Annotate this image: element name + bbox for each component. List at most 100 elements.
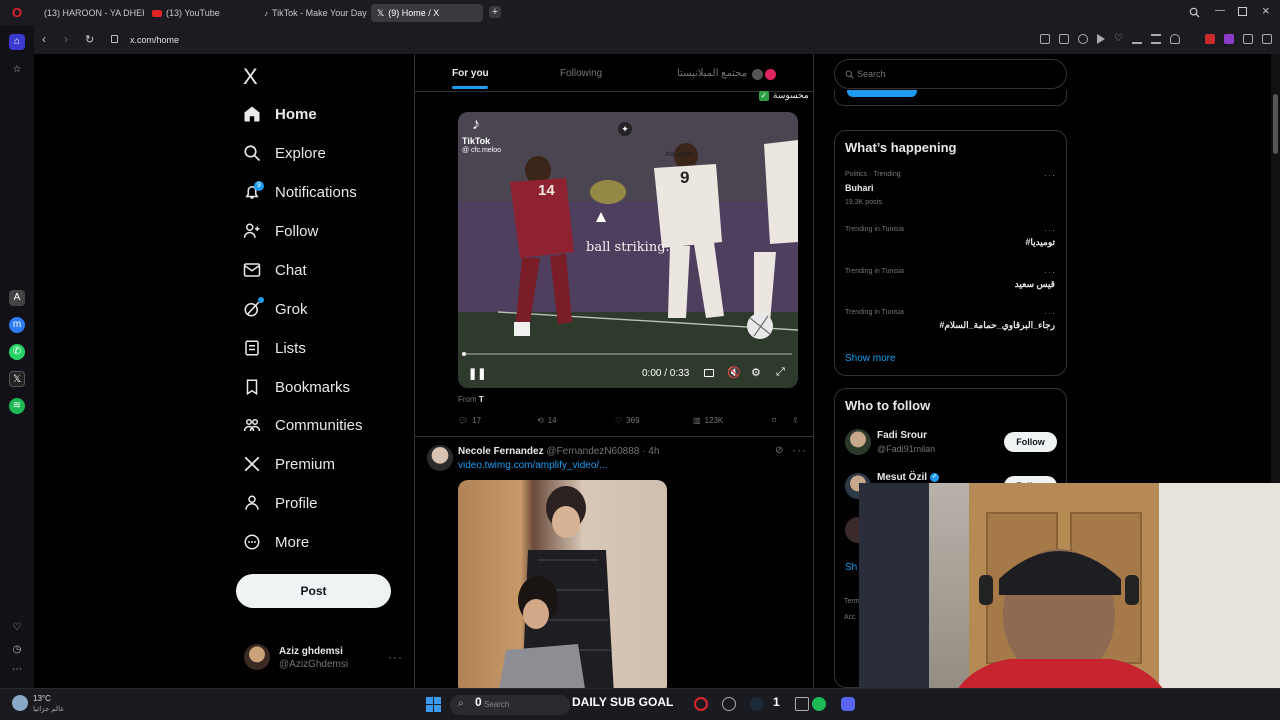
account-more-icon[interactable]: ··· — [388, 650, 403, 664]
trend-more-icon[interactable]: ··· — [1044, 225, 1056, 235]
sparkle-icon[interactable]: ✦ — [618, 122, 632, 136]
reload-icon[interactable]: ↻ — [85, 33, 94, 46]
like-action[interactable]: ♡ 369 — [615, 416, 640, 425]
new-tab-icon[interactable]: + — [489, 6, 501, 18]
weather-icon[interactable] — [12, 695, 28, 711]
footer-terms[interactable]: Term — [844, 598, 860, 605]
tab-haroon[interactable]: (13) HAROON - YA DHEKE — [34, 4, 144, 22]
tab-tiktok[interactable]: ♪ TikTok - Make Your Day — [258, 4, 368, 22]
repost-action[interactable]: ⟲ 14 — [537, 416, 557, 425]
app-taskbar-icon[interactable] — [722, 697, 736, 711]
tab-youtube[interactable]: (13) YouTube — [146, 4, 256, 22]
sidebar-item-home[interactable]: Home — [243, 101, 317, 127]
whatsapp-icon[interactable]: ✆ — [9, 344, 25, 360]
sidebar-item-more[interactable]: More — [243, 529, 309, 555]
trend-more-icon[interactable]: ··· — [1044, 267, 1056, 277]
bookmark-action[interactable]: ⌑ — [772, 416, 776, 425]
pause-icon[interactable]: ❚❚ — [468, 367, 486, 380]
minimize-icon[interactable]: — — [1215, 5, 1225, 16]
sidebar-item-bookmarks[interactable]: Bookmarks — [243, 374, 350, 400]
taskbar-search[interactable]: ⌕ Search — [450, 695, 570, 715]
spotify-icon[interactable]: ≋ — [9, 398, 25, 414]
forward-icon[interactable]: › — [64, 32, 68, 46]
star-icon[interactable]: ☆ — [9, 62, 25, 78]
post-author-handle[interactable]: @FernandezN60888 — [546, 446, 639, 457]
views-action[interactable]: ▥ 123K — [693, 416, 723, 425]
extension-icon[interactable] — [1261, 34, 1272, 44]
camera-icon[interactable] — [1059, 34, 1069, 44]
url-field[interactable]: x.com/home — [130, 35, 179, 45]
tab-community[interactable]: مجتمع الميلانيستا — [677, 68, 747, 79]
tab-following[interactable]: Following — [560, 68, 602, 79]
sidebar-item-premium[interactable]: Premium — [243, 451, 335, 477]
show-more-link[interactable]: Sh — [845, 562, 857, 573]
trend-more-icon[interactable]: ··· — [1044, 308, 1056, 318]
share-action[interactable]: ⇪ — [792, 416, 799, 425]
x-logo[interactable]: X — [243, 64, 258, 90]
download-icon[interactable] — [1131, 34, 1142, 44]
captions-icon[interactable] — [704, 369, 714, 377]
sidebar-item-chat[interactable]: Chat — [243, 257, 307, 283]
restore-icon[interactable] — [1238, 7, 1247, 16]
close-window-icon[interactable]: × — [1262, 3, 1270, 18]
account-icon[interactable] — [1169, 34, 1180, 44]
back-icon[interactable]: ‹ — [42, 32, 46, 46]
sidebar-item-lists[interactable]: Lists — [243, 335, 306, 361]
home-rail-icon[interactable]: ⌂ — [9, 34, 25, 50]
video-player[interactable]: 14 9 FÜLLKRUG ♪ TikTok @ cfc.meloo ✦ bal… — [458, 112, 798, 388]
avatar[interactable] — [244, 644, 270, 670]
from-source[interactable]: T — [479, 395, 484, 404]
post-more-icon[interactable]: ··· — [792, 443, 807, 457]
play-icon[interactable] — [1097, 34, 1105, 44]
extension-icon[interactable] — [1223, 34, 1234, 44]
scrollbar-thumb[interactable] — [1273, 94, 1278, 154]
menu-lines-icon[interactable] — [1150, 34, 1161, 44]
avatar[interactable] — [845, 429, 871, 455]
footer-accessibility[interactable]: Acc — [844, 614, 856, 621]
sidebar-item-explore[interactable]: Explore — [243, 140, 326, 166]
tab-x-home[interactable]: 𝕏 (9) Home / X — [371, 4, 483, 22]
post-button[interactable]: Post — [236, 574, 391, 608]
settings-icon[interactable]: ⚙ — [751, 366, 761, 379]
trend-name[interactable]: #توميديا — [1025, 237, 1055, 248]
subscribe-button[interactable] — [847, 90, 917, 97]
sidebar-item-profile[interactable]: Profile — [243, 490, 318, 516]
extension-icon[interactable] — [1204, 34, 1215, 44]
trend-name[interactable]: #رجاء_البرقاوي_حمامة_السلام — [939, 320, 1055, 331]
search-tabs-icon[interactable] — [1189, 7, 1200, 18]
trend-name[interactable]: Buhari — [845, 183, 874, 193]
search-input[interactable]: Search — [834, 59, 1067, 89]
history-icon[interactable]: ◷ — [9, 642, 25, 658]
reply-action[interactable]: 💬︎ 17 — [458, 416, 481, 425]
edit-icon[interactable] — [1040, 34, 1050, 44]
post-media-image[interactable] — [458, 480, 667, 688]
post-time[interactable]: · 4h — [642, 446, 659, 457]
sidebar-item-follow[interactable]: Follow — [243, 218, 318, 244]
opera-logo-icon[interactable]: O — [9, 5, 25, 21]
more-icon[interactable]: ⋯ — [9, 662, 25, 678]
app-taskbar-icon[interactable] — [795, 697, 809, 711]
avatar[interactable] — [427, 445, 453, 471]
fullscreen-icon[interactable]: ⤢ — [776, 366, 785, 379]
x-rail-icon[interactable]: 𝕏 — [9, 371, 25, 387]
sidebar-item-communities[interactable]: Communities — [243, 412, 363, 438]
trend-more-icon[interactable]: ··· — [1044, 170, 1056, 180]
shield-icon[interactable] — [1078, 34, 1088, 44]
post-link[interactable]: video.twimg.com/amplify_video/... — [458, 460, 608, 471]
aria-icon[interactable]: A — [9, 290, 25, 306]
show-more-link[interactable]: Show more — [845, 353, 896, 364]
spotify-icon[interactable] — [812, 697, 826, 711]
follow-button[interactable]: Follow — [1004, 432, 1057, 452]
windows-start-icon[interactable] — [426, 697, 441, 712]
follow-name[interactable]: Fadi Srour — [877, 430, 927, 441]
heart-icon[interactable]: ♡ — [9, 620, 25, 636]
messenger-icon[interactable]: m — [9, 317, 25, 333]
opera-taskbar-icon[interactable] — [694, 697, 708, 711]
discord-icon[interactable] — [841, 697, 855, 711]
sidebar-item-grok[interactable]: Grok — [243, 296, 308, 322]
steam-icon[interactable] — [750, 697, 764, 711]
heart-icon[interactable]: ♡ — [1114, 34, 1123, 44]
post-author-name[interactable]: Necole Fernandez — [458, 446, 544, 457]
trend-name[interactable]: قيس سعيد — [1015, 279, 1055, 290]
grok-post-icon[interactable]: ⊘ — [775, 445, 783, 456]
